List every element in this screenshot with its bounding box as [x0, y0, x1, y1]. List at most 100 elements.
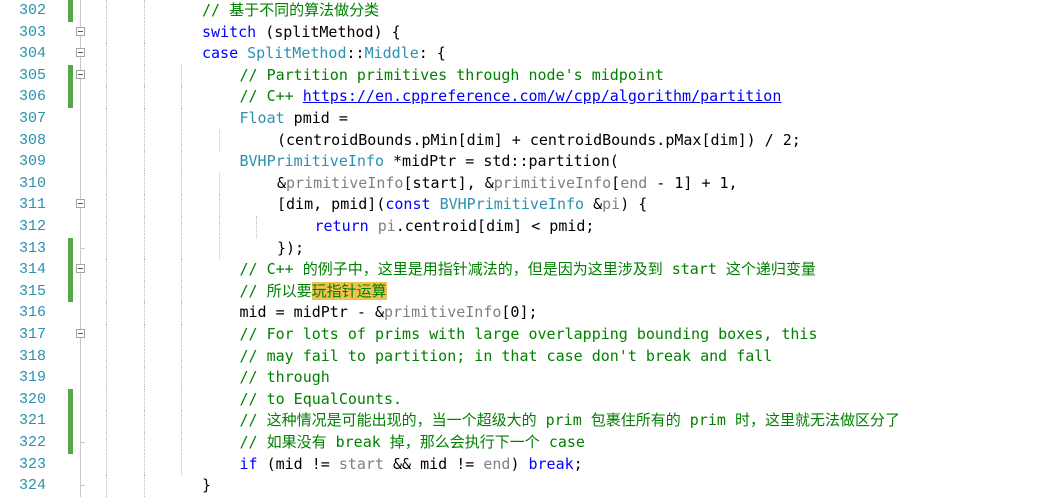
code-line[interactable]: 305 // Partition primitives through node'…: [0, 64, 1047, 87]
line-number: 320: [18, 390, 46, 408]
code-text[interactable]: }: [202, 475, 211, 497]
indent-guide: [143, 43, 145, 65]
code-line[interactable]: 308 (centroidBounds.pMin[dim] + centroidB…: [0, 129, 1047, 152]
code-line[interactable]: 309 BVHPrimitiveInfo *midPtr = std::parti…: [0, 151, 1047, 173]
code-line[interactable]: 311 [dim, pmid](const BVHPrimitiveInfo &p…: [0, 194, 1047, 216]
code-text[interactable]: // C++ https://en.cppreference.com/w/cpp…: [240, 86, 782, 108]
indent-guide: [106, 324, 107, 346]
indent-guide: [181, 324, 182, 346]
collapse-icon[interactable]: [76, 199, 85, 209]
code-text[interactable]: return pi.centroid[dim] < pmid;: [315, 216, 595, 238]
indent-guide: [181, 367, 182, 389]
change-marker: [68, 410, 73, 432]
code-text[interactable]: // to EqualCounts.: [240, 389, 403, 411]
code-token: .centroid[dim] < pmid;: [395, 217, 595, 235]
code-line[interactable]: 318 // may fail to partition; in that cas…: [0, 345, 1047, 368]
code-line[interactable]: 307 Float pmid =: [0, 108, 1047, 130]
indent-guide: [181, 108, 182, 130]
code-line[interactable]: 306 // C++ https://en.cppreference.com/w/…: [0, 86, 1047, 108]
code-line[interactable]: 310 &primitiveInfo[start], &primitiveInfo…: [0, 172, 1047, 195]
code-text[interactable]: [dim, pmid](const BVHPrimitiveInfo &pi) …: [277, 194, 647, 216]
code-line[interactable]: 303 switch (splitMethod) {: [0, 21, 1047, 44]
outline-guide: [80, 129, 81, 152]
code-line[interactable]: 312 return pi.centroid[dim] < pmid;: [0, 216, 1047, 238]
code-line[interactable]: 315 // 所以要玩指针运算: [0, 280, 1047, 303]
code-text[interactable]: // For lots of prims with large overlapp…: [240, 324, 818, 346]
indent-guide: [143, 280, 145, 303]
indent-guide: [106, 475, 107, 497]
code-text[interactable]: &primitiveInfo[start], &primitiveInfo[en…: [277, 173, 738, 195]
code-text[interactable]: // 这种情况是可能出现的，当一个超级大的 prim 包裹住所有的 prim 时…: [240, 410, 900, 432]
type-token: Float: [239, 109, 285, 127]
indent-guide: [143, 216, 145, 238]
parameter-token: end: [620, 173, 648, 192]
collapse-icon[interactable]: [76, 329, 85, 338]
code-line[interactable]: 316 mid = midPtr - &primitiveInfo[0];: [0, 302, 1047, 324]
code-line[interactable]: 322 // 如果没有 break 掉，那么会执行下一个 case: [0, 432, 1047, 454]
collapse-icon[interactable]: [76, 69, 85, 79]
code-line[interactable]: 302 // 基于不同的算法做分类: [0, 0, 1047, 22]
code-text[interactable]: });: [277, 238, 304, 260]
code-text[interactable]: case SplitMethod::Middle: {: [202, 43, 446, 65]
outline-guide: [80, 338, 81, 346]
code-token: }: [202, 476, 212, 495]
code-text[interactable]: if (mid != start && mid != end) break;: [240, 454, 583, 476]
line-number: 316: [18, 304, 46, 322]
collapse-icon[interactable]: [76, 26, 85, 36]
indent-guide: [143, 194, 145, 216]
code-text[interactable]: // may fail to partition; in that case d…: [240, 346, 773, 368]
code-line[interactable]: 323 if (mid != start && mid != end) break…: [0, 453, 1047, 476]
parameter-token: pi: [377, 217, 396, 235]
type-token: SplitMethod: [247, 44, 347, 63]
parameter-token: start: [338, 454, 384, 473]
indent-guide: [181, 129, 182, 152]
indent-guide: [181, 345, 182, 368]
code-line[interactable]: 321 // 这种情况是可能出现的，当一个超级大的 prim 包裹住所有的 pri…: [0, 410, 1047, 432]
indent-guide: [106, 194, 107, 216]
comment-token: // 这种情况是可能出现的，当一个超级大的 prim 包裹住所有的 prim 时…: [239, 411, 900, 430]
collapse-icon[interactable]: [76, 264, 85, 274]
code-text[interactable]: // Partition primitives through node's m…: [240, 65, 664, 87]
code-line[interactable]: 324}: [0, 475, 1047, 497]
url-link[interactable]: https://en.cppreference.com/w/cpp/algori…: [303, 87, 782, 105]
code-line[interactable]: 314 // C++ 的例子中，这里是用指针减法的，但是因为这里涉及到 start…: [0, 259, 1047, 281]
code-line[interactable]: 320 // to EqualCounts.: [0, 388, 1047, 411]
code-text[interactable]: // through: [240, 367, 330, 389]
code-text[interactable]: // 所以要玩指针运算: [240, 281, 387, 303]
outline-guide: [80, 78, 81, 87]
indent-guide: [181, 216, 182, 238]
indent-guide: [181, 237, 182, 260]
line-number: 314: [18, 261, 46, 279]
code-text[interactable]: // 基于不同的算法做分类: [202, 0, 379, 22]
line-number: 309: [18, 153, 46, 171]
code-line[interactable]: 319 // through: [0, 367, 1047, 389]
indent-guide: [106, 43, 107, 65]
indent-guide: [181, 86, 182, 108]
code-text[interactable]: switch (splitMethod) {: [202, 22, 401, 44]
collapse-icon[interactable]: [76, 48, 85, 58]
indent-guide: [143, 0, 145, 22]
code-text[interactable]: BVHPrimitiveInfo *midPtr = std::partitio…: [240, 151, 619, 173]
code-text[interactable]: (centroidBounds.pMin[dim] + centroidBoun…: [277, 130, 801, 152]
code-text[interactable]: // C++ 的例子中，这里是用指针减法的，但是因为这里涉及到 start 这个…: [240, 259, 816, 281]
code-text[interactable]: Float pmid =: [240, 108, 348, 130]
indent-guide: [143, 388, 145, 411]
indent-guide: [143, 345, 145, 368]
code-line[interactable]: 313});: [0, 237, 1047, 260]
code-line[interactable]: 317 // For lots of prims with large overl…: [0, 324, 1047, 346]
comment-token: // through: [239, 368, 330, 387]
code-editor[interactable]: 302 // 基于不同的算法做分类 303 switch (splitMethod) …: [0, 0, 1047, 497]
outline-guide: [80, 280, 81, 303]
code-text[interactable]: // 如果没有 break 掉，那么会执行下一个 case: [240, 432, 585, 454]
code-line[interactable]: 304 case SplitMethod::Middle: {: [0, 43, 1047, 65]
parameter-token: primitiveInfo: [493, 173, 612, 192]
indent-guide: [143, 64, 145, 87]
keyword-token: switch: [202, 22, 257, 41]
code-token: });: [277, 238, 305, 257]
code-text[interactable]: mid = midPtr - &primitiveInfo[0];: [240, 302, 538, 324]
indent-guide: [143, 453, 145, 476]
indent-guide: [143, 259, 145, 281]
keyword-token: if: [239, 454, 258, 473]
parameter-token: primitiveInfo: [286, 173, 404, 192]
comment-token: // C++ 的例子中，这里是用指针减法的，但是因为这里涉及到 start 这个…: [239, 260, 816, 279]
